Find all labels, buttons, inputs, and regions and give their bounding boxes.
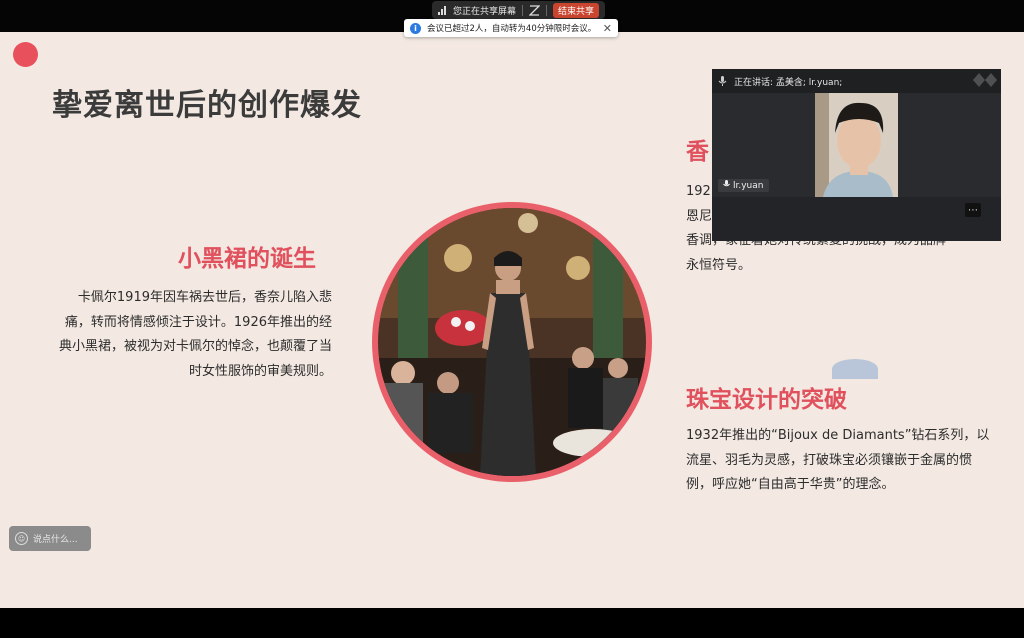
avatar — [832, 359, 878, 379]
app-logo-icon — [973, 73, 997, 87]
participant-video-tile[interactable]: lr.yuan — [712, 93, 1001, 197]
chat-placeholder: 说点什么... — [33, 535, 78, 545]
screen-share-indicator: 您正在共享屏幕 结束共享 — [432, 1, 606, 19]
end-share-button[interactable]: 结束共享 — [553, 2, 600, 18]
right-heading-2: 珠宝设计的突破 — [686, 387, 847, 413]
close-icon[interactable]: ✕ — [603, 22, 612, 35]
participant-video-tile-2[interactable] — [712, 197, 1001, 379]
right-body-1-line: 永恒符号。 — [686, 257, 752, 273]
bottom-bar — [0, 608, 1024, 638]
right-heading-1: 香 — [686, 139, 709, 165]
speaker-bar: 正在讲话: 孟美含; lr.yuan; — [712, 69, 1001, 93]
microphone-icon — [723, 180, 730, 191]
slide-title: 挚爱离世后的创作爆发 — [52, 88, 362, 123]
participant-name: lr.yuan — [733, 180, 764, 191]
decorative-dot — [13, 42, 38, 67]
signal-icon — [438, 5, 446, 15]
video-gallery-panel[interactable]: 正在讲话: 孟美含; lr.yuan; lr.yuan ⋯ — [712, 69, 1001, 379]
emoji-icon[interactable]: ☺ — [15, 532, 28, 545]
participant-name-tag: lr.yuan — [718, 179, 769, 192]
more-options-button[interactable]: ⋯ — [965, 203, 981, 217]
runway-photo — [378, 208, 646, 476]
annotate-icon[interactable] — [529, 4, 541, 16]
left-heading: 小黑裙的诞生 — [178, 246, 316, 272]
right-body-2: 1932年推出的“Bijoux de Diamants”钻石系列，以流星、羽毛为… — [686, 428, 990, 492]
info-icon: i — [410, 22, 421, 34]
notice-text: 会议已超过2人，自动转为40分钟限时会议。 — [427, 24, 597, 34]
sharing-label: 您正在共享屏幕 — [453, 6, 517, 17]
divider — [546, 4, 548, 16]
photo-frame — [372, 202, 652, 482]
divider — [522, 4, 524, 16]
meeting-notice: i 会议已超过2人，自动转为40分钟限时会议。 ✕ — [404, 19, 618, 37]
speaking-label: 正在讲话: 孟美含; lr.yuan; — [734, 77, 843, 88]
left-body: 卡佩尔1919年因车祸去世后，香奈儿陷入悲痛，转而将情感倾注于设计。1926年推… — [58, 290, 332, 379]
microphone-icon — [718, 76, 728, 86]
camera-feed — [815, 93, 898, 197]
chat-input[interactable]: ☺ 说点什么... — [9, 526, 91, 551]
